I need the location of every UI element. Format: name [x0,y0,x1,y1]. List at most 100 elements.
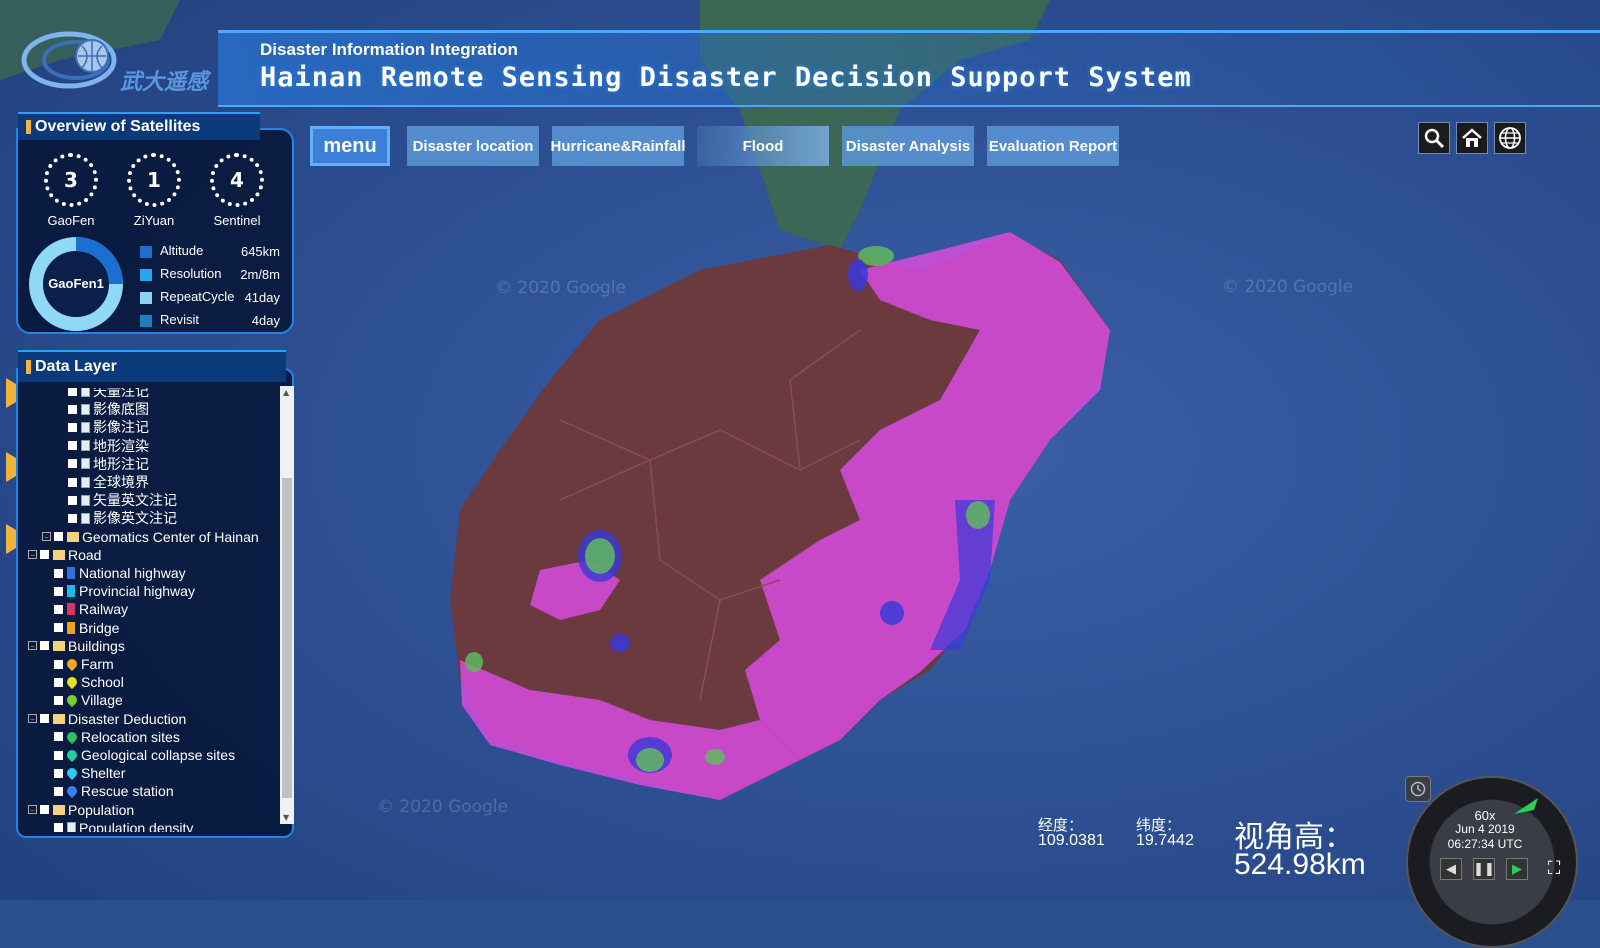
legend-swatch [140,269,152,281]
layer-label: Geological collapse sites [81,747,236,763]
layer-label: Farm [81,656,114,672]
layer-checkbox[interactable] [54,586,63,596]
layer-tree-item[interactable]: − Buildings [28,637,125,655]
layer-tree[interactable]: 矢量注记 影像底图 影像注记 地形渲染 地形注记 全球境界 矢量英文注记 影像英文注记 − Geo… [24,388,284,832]
layer-checkbox[interactable] [40,805,49,815]
layer-checkbox[interactable] [40,641,49,651]
document-icon [81,388,90,397]
home-icon[interactable] [1456,122,1488,154]
expand-toggle-icon[interactable]: − [28,641,37,651]
layer-tree-item[interactable]: National highway [42,564,186,582]
layer-tree-item[interactable]: Provincial highway [42,582,195,600]
layer-checkbox[interactable] [54,786,63,796]
layer-checkbox[interactable] [68,422,77,432]
layer-tree-item[interactable]: Population density [42,819,193,832]
layer-tree-item[interactable]: Village [42,691,123,709]
nav-hurricane-rainfall[interactable]: Hurricane&Rainfall [550,126,686,166]
layer-checkbox[interactable] [40,550,49,560]
play-forward-button[interactable]: ▶ [1506,858,1528,880]
layer-label: Provincial highway [79,583,195,600]
sat-gaofen: 3 GaoFen [31,153,111,228]
layer-tree-item[interactable]: − Road [28,546,101,564]
expand-toggle-icon[interactable]: − [28,550,37,560]
layer-tree-item[interactable]: Farm [42,655,114,673]
layer-checkbox[interactable] [54,823,63,832]
stat-altitude: Altitude 645km [140,242,280,262]
map-watermark: © 2020 Google [1222,277,1354,297]
search-icon[interactable] [1418,122,1450,154]
nav-disaster-location[interactable]: Disaster location [407,126,539,166]
layer-checkbox[interactable] [68,513,77,523]
layer-tree-item[interactable]: Bridge [42,619,119,637]
layer-checkbox[interactable] [54,623,63,633]
document-icon [81,421,90,433]
expand-toggle-icon[interactable]: − [42,532,51,542]
document-icon [81,494,90,506]
layer-label: Rescue station [81,783,174,800]
layer-checkbox[interactable] [68,388,77,396]
layer-tree-item[interactable]: 矢量注记 [56,388,149,400]
layer-tree-item[interactable]: − Population [28,801,134,819]
document-icon [81,403,90,415]
sat-sentinel: 4 Sentinel [197,153,277,228]
menu-button[interactable]: menu [310,126,390,166]
scroll-up-arrow-icon[interactable]: ▲ [283,388,289,397]
layer-checkbox[interactable] [54,732,63,742]
folder-icon [53,549,65,560]
layer-checkbox[interactable] [68,477,77,487]
layer-checkbox[interactable] [40,714,49,724]
layer-checkbox[interactable] [54,677,63,687]
fullscreen-icon[interactable]: ⛶ [1542,856,1566,880]
expand-toggle-icon[interactable]: − [28,714,37,724]
scroll-down-arrow-icon[interactable]: ▼ [283,813,289,822]
nav-flood[interactable]: Flood [697,126,829,166]
layer-checkbox[interactable] [54,659,63,669]
layer-checkbox[interactable] [54,532,63,542]
globe-icon[interactable] [1494,122,1526,154]
layer-tree-item[interactable]: Railway [42,600,128,618]
layer-checkbox[interactable] [54,695,63,705]
expand-toggle-icon[interactable]: − [28,805,37,815]
layer-tree-item[interactable]: − Geomatics Center of Hainan [42,528,259,546]
nav-evaluation-report[interactable]: Evaluation Report [987,126,1119,166]
layer-checkbox[interactable] [54,604,63,614]
layer-tree-item[interactable]: 影像底图 [56,400,149,418]
document-icon [67,822,76,832]
layer-tree-item[interactable]: 影像注记 [56,418,149,436]
layer-label: School [81,674,124,691]
pause-button[interactable]: ❚❚ [1473,858,1495,880]
play-reverse-button[interactable]: ◀ [1440,858,1462,880]
layer-checkbox[interactable] [68,459,77,469]
stat-label: RepeatCycle [160,289,235,304]
clock-icon[interactable] [1405,776,1431,802]
layer-tree-item[interactable]: 地形注记 [56,455,149,473]
layer-label: 影像注记 [93,419,149,436]
layer-checkbox[interactable] [68,404,77,414]
layer-checkbox[interactable] [54,750,63,760]
layer-tree-item[interactable]: 矢量英文注记 [56,491,177,509]
layer-tree-item[interactable]: − Disaster Deduction [28,710,186,728]
layer-checkbox[interactable] [54,568,63,578]
layer-label: Geomatics Center of Hainan [82,528,259,545]
layer-tree-item[interactable]: Relocation sites [42,728,180,746]
nav-disaster-analysis[interactable]: Disaster Analysis [842,126,974,166]
scrollbar-thumb[interactable] [282,478,292,798]
layer-tree-scrollbar[interactable]: ▲ ▼ [280,386,294,824]
layer-tree-item[interactable]: 全球境界 [56,473,149,491]
longitude-value: 109.0381 [1038,832,1105,849]
layer-checkbox[interactable] [68,495,77,505]
layer-tree-item[interactable]: 地形渲染 [56,437,149,455]
layer-tree-item[interactable]: 影像英文注记 [56,509,177,527]
layer-checkbox[interactable] [54,768,63,778]
map-pin-icon [64,656,80,672]
stat-value: 2m/8m [240,267,280,282]
sat-name: Sentinel [213,213,261,228]
layer-tree-item[interactable]: Shelter [42,764,125,782]
layer-tree-item[interactable]: School [42,673,124,691]
header-subtitle: Disaster Information Integration [260,40,518,59]
layer-tree-item[interactable]: Geological collapse sites [42,746,235,764]
layer-checkbox[interactable] [68,441,77,451]
layer-tree-item[interactable]: Rescue station [42,782,174,800]
map-pin-icon [64,747,80,763]
sat-name: ZiYuan [133,213,175,228]
